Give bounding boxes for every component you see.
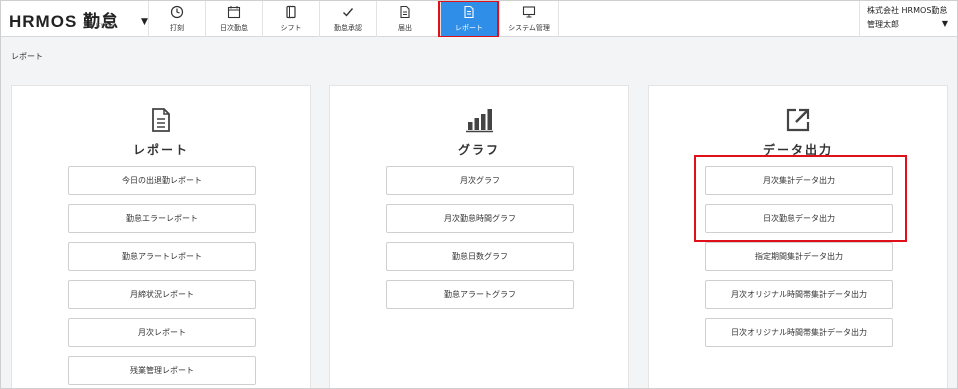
user-caret-down-icon[interactable]: ▼ bbox=[942, 19, 948, 28]
export-button[interactable]: 月次オリジナル時間帯集計データ出力 bbox=[705, 280, 893, 309]
export-highlight-box bbox=[694, 155, 907, 242]
nav-label: シフト bbox=[280, 24, 302, 32]
active-nav-highlight bbox=[438, 0, 499, 38]
report-button[interactable]: 今日の出退勤レポート bbox=[68, 166, 256, 195]
graph-button[interactable]: 月次勤怠時間グラフ bbox=[386, 204, 574, 233]
logo-subtext: by IEYASU bbox=[89, 23, 114, 29]
nav-label: 勤怠承認 bbox=[334, 24, 362, 32]
breadcrumb: レポート bbox=[11, 52, 43, 61]
breadcrumb-bar: レポート bbox=[0, 37, 958, 73]
report-button[interactable]: 残業管理レポート bbox=[68, 356, 256, 385]
graph-button[interactable]: 月次グラフ bbox=[386, 166, 574, 195]
app-logo[interactable]: HRMOS 勤怠 by IEYASU ▼ bbox=[9, 7, 148, 33]
nav-item-todokede[interactable]: 届出 bbox=[376, 0, 433, 37]
report-button[interactable]: 勤怠アラートレポート bbox=[68, 242, 256, 271]
logo-caret-down-icon[interactable]: ▼ bbox=[141, 17, 148, 27]
panel-title: レポート bbox=[132, 143, 189, 157]
nav-item-daily[interactable]: 日次勤怠 bbox=[205, 0, 262, 37]
checkmark-icon bbox=[343, 8, 354, 17]
graph-button[interactable]: 勤怠アラートグラフ bbox=[386, 280, 574, 309]
user-menu[interactable]: 株式会社 HRMOS勤怠 管理太郎 ▼ bbox=[859, 0, 958, 37]
nav-item-approval[interactable]: 勤怠承認 bbox=[319, 0, 376, 37]
calendar-icon bbox=[227, 6, 241, 19]
company-name: 株式会社 HRMOS勤怠 bbox=[867, 6, 948, 15]
document-icon bbox=[400, 5, 410, 19]
notebook-icon bbox=[286, 5, 296, 19]
nav-label: 日次勤怠 bbox=[220, 24, 248, 32]
export-button[interactable]: 日次オリジナル時間帯集計データ出力 bbox=[705, 318, 893, 347]
main-content: レポート 今日の出退勤レポート 勤怠エラーレポート 勤怠アラートレポート 月締状… bbox=[0, 73, 958, 389]
nav-item-system[interactable]: システム管理 bbox=[499, 0, 559, 37]
panel-title: グラフ bbox=[457, 143, 500, 157]
panel-report: レポート 今日の出退勤レポート 勤怠エラーレポート 勤怠アラートレポート 月締状… bbox=[11, 85, 311, 389]
export-button[interactable]: 指定期間集計データ出力 bbox=[705, 242, 893, 271]
report-button[interactable]: 月締状況レポート bbox=[68, 280, 256, 309]
nav-label: システム管理 bbox=[508, 24, 550, 32]
top-header: HRMOS 勤怠 by IEYASU ▼ 打刻 日次勤怠 シフト 勤怠承認 届出… bbox=[0, 0, 958, 38]
nav-item-shift[interactable]: シフト bbox=[262, 0, 319, 37]
panel-graph: グラフ 月次グラフ 月次勤怠時間グラフ 勤怠日数グラフ 勤怠アラートグラフ bbox=[329, 85, 629, 389]
nav-label: 届出 bbox=[398, 24, 412, 32]
bar-chart-icon bbox=[466, 109, 493, 133]
monitor-icon bbox=[522, 6, 536, 18]
report-button[interactable]: 月次レポート bbox=[68, 318, 256, 347]
nav-label: 打刻 bbox=[170, 24, 184, 32]
document-icon bbox=[152, 108, 170, 132]
export-icon bbox=[786, 108, 810, 132]
clock-icon bbox=[170, 5, 184, 19]
graph-button[interactable]: 勤怠日数グラフ bbox=[386, 242, 574, 271]
nav-item-dakoku[interactable]: 打刻 bbox=[148, 0, 205, 37]
panel-data-export: データ出力 月次集計データ出力 日次勤怠データ出力 指定期間集計データ出力 月次… bbox=[648, 85, 948, 389]
report-button[interactable]: 勤怠エラーレポート bbox=[68, 204, 256, 233]
